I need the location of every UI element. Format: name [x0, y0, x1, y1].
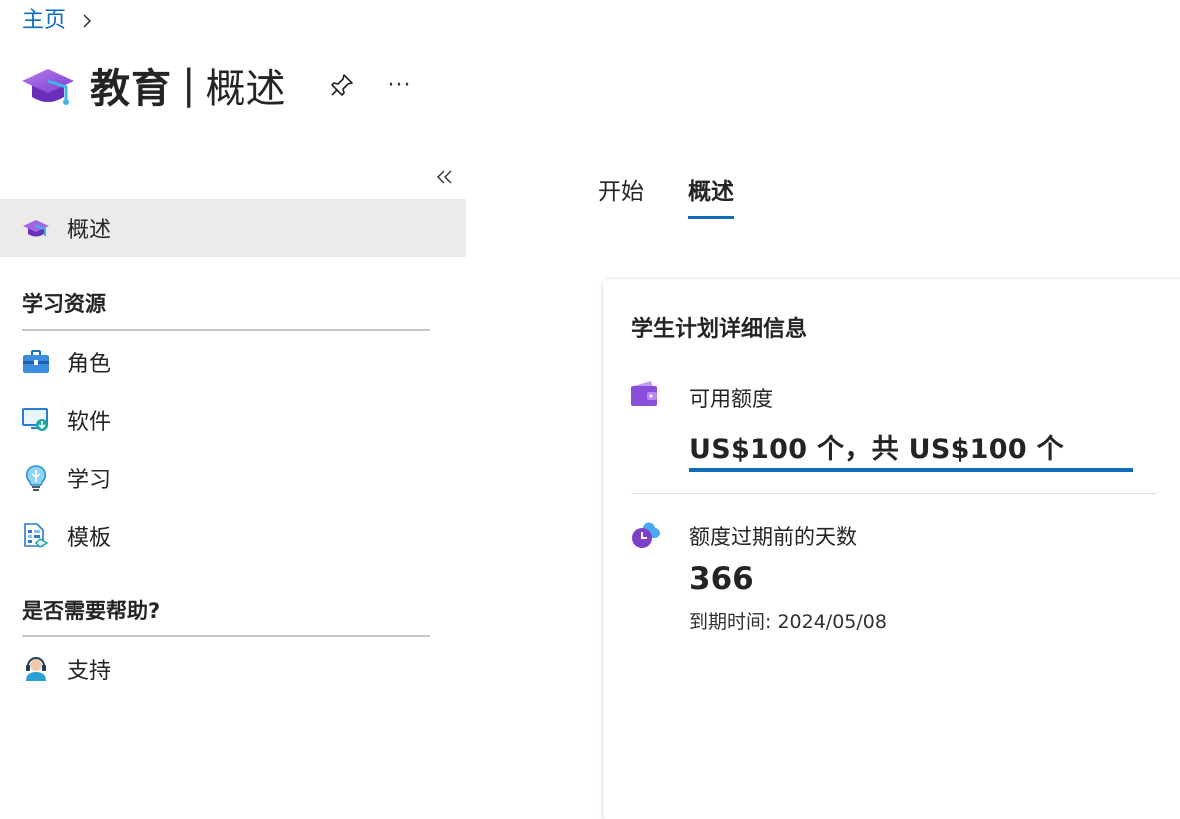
- more-options-button[interactable]: ···: [387, 73, 411, 98]
- wallet-icon: [631, 381, 657, 406]
- sidebar-item-overview[interactable]: 概述: [0, 199, 466, 257]
- cloud-clock-icon: [632, 522, 660, 548]
- tab-get-started[interactable]: 开始: [598, 172, 644, 220]
- page-title: 教育: [90, 66, 172, 112]
- sidebar-item-label: 学习: [67, 468, 112, 493]
- sidebar-item-software[interactable]: 软件: [0, 391, 466, 449]
- sidebar-item-label: 概述: [67, 218, 112, 243]
- sidebar-item-label: 模板: [67, 526, 112, 551]
- credit-progress-fill: [689, 468, 1133, 472]
- section-divider: [22, 329, 430, 331]
- chevron-right-icon: [83, 14, 92, 28]
- sidebar-item-support[interactable]: 支持: [0, 640, 466, 698]
- pin-icon: [331, 74, 354, 96]
- briefcase-icon: [22, 348, 50, 376]
- tab-bar: 开始 概述: [598, 172, 734, 220]
- sidebar-item-roles[interactable]: 角色: [0, 333, 466, 391]
- days-until-expiry-value: 366: [689, 561, 754, 597]
- page-header: 教育 | 概述 ···: [20, 50, 411, 120]
- sidebar-item-label: 支持: [67, 659, 112, 684]
- lightbulb-icon: [22, 464, 50, 492]
- sidebar-item-label: 角色: [67, 352, 112, 377]
- breadcrumb-home-link[interactable]: 主页: [22, 5, 66, 37]
- tab-overview[interactable]: 概述: [688, 172, 734, 220]
- card-title: 学生计划详细信息: [631, 317, 808, 342]
- support-person-icon: [22, 655, 50, 683]
- credit-progress-bar: [689, 468, 1133, 472]
- sidebar-item-templates[interactable]: 模板: [0, 507, 466, 565]
- card-divider: [631, 493, 1157, 494]
- breadcrumb: 主页: [22, 5, 94, 37]
- sidebar-item-learn[interactable]: 学习: [0, 449, 466, 507]
- monitor-download-icon: [22, 406, 50, 434]
- title-separator: |: [182, 62, 196, 108]
- available-credit-value: US$100 个，共 US$100 个: [689, 434, 1064, 465]
- student-plan-card: 学生计划详细信息 可用额度 US$100 个，共 US$100 个 额度过期前的…: [603, 279, 1180, 819]
- pin-button[interactable]: [327, 70, 357, 100]
- collapse-sidebar-icon[interactable]: [434, 166, 456, 188]
- graduation-cap-icon: [22, 214, 50, 242]
- section-divider: [22, 635, 430, 637]
- section-header-learning-resources: 学习资源: [22, 292, 106, 316]
- days-until-expiry-label: 额度过期前的天数: [689, 525, 857, 549]
- template-document-icon: [22, 522, 50, 550]
- expiration-date: 到期时间: 2024/05/08: [689, 611, 887, 633]
- sidebar-item-label: 软件: [67, 410, 112, 435]
- page-subtitle: 概述: [205, 66, 286, 112]
- section-header-need-help: 是否需要帮助?: [22, 599, 161, 623]
- available-credit-label: 可用额度: [689, 387, 773, 411]
- graduation-cap-icon: [22, 69, 74, 105]
